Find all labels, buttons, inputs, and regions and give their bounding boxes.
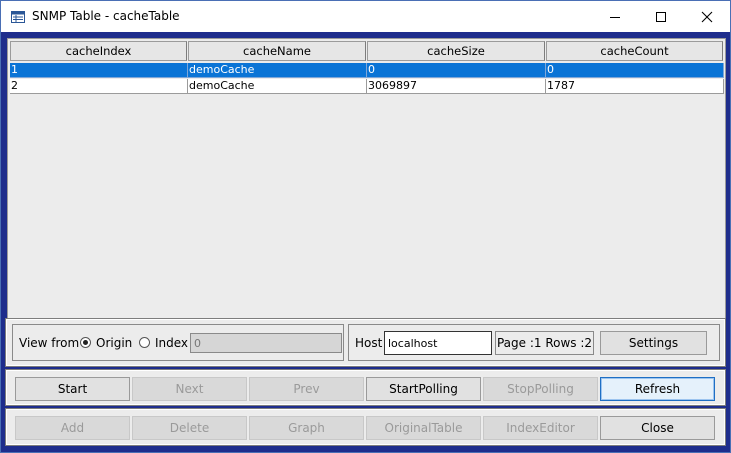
window-title: SNMP Table - cacheTable (32, 9, 180, 23)
navigation-panel: Start Next Prev StartPolling StopPolling… (5, 369, 726, 406)
table-cell[interactable]: demoCache (188, 63, 367, 78)
original-table-button[interactable]: OriginalTable (366, 416, 481, 440)
next-button[interactable]: Next (132, 377, 247, 401)
close-button[interactable]: Close (600, 416, 715, 440)
table-row[interactable]: 1 demoCache 0 0 (10, 63, 724, 78)
table-header: cacheIndex cacheName cacheSize cacheCoun… (10, 41, 724, 61)
table-cell[interactable]: 1787 (546, 79, 724, 94)
start-polling-button[interactable]: StartPolling (366, 377, 481, 401)
close-icon[interactable] (684, 1, 730, 32)
table-window-icon (11, 11, 25, 23)
page-rows-info: Page :1 Rows :2 (495, 331, 594, 355)
table-cell[interactable]: 1 (10, 63, 188, 78)
column-header[interactable]: cacheCount (546, 41, 723, 61)
table-row[interactable]: 2 demoCache 3069897 1787 (10, 79, 724, 94)
host-input[interactable] (384, 331, 492, 355)
index-radio-label[interactable]: Index (155, 336, 188, 350)
snmp-table[interactable]: cacheIndex cacheName cacheSize cacheCoun… (7, 38, 726, 319)
settings-button[interactable]: Settings (600, 331, 707, 355)
stop-polling-button[interactable]: StopPolling (483, 377, 598, 401)
delete-button[interactable]: Delete (132, 416, 247, 440)
minimize-icon[interactable] (592, 1, 638, 32)
index-field[interactable] (190, 333, 342, 353)
column-header[interactable]: cacheIndex (10, 41, 187, 61)
view-host-panel: View from Origin Index Host Page :1 Rows… (5, 318, 726, 367)
host-group: Host Page :1 Rows :2 Settings (348, 324, 720, 361)
graph-button[interactable]: Graph (249, 416, 364, 440)
view-from-label: View from (19, 336, 80, 350)
maximize-icon[interactable] (638, 1, 684, 32)
view-from-group: View from Origin Index (12, 324, 344, 361)
table-cell[interactable]: 0 (546, 63, 724, 78)
refresh-button[interactable]: Refresh (600, 377, 715, 401)
index-editor-button[interactable]: IndexEditor (483, 416, 598, 440)
table-cell[interactable]: 0 (367, 63, 546, 78)
start-button[interactable]: Start (15, 377, 130, 401)
action-panel: Add Delete Graph OriginalTable IndexEdit… (5, 408, 726, 446)
table-cell[interactable]: demoCache (188, 79, 367, 94)
origin-radio[interactable] (80, 337, 91, 348)
snmp-table-window: SNMP Table - cacheTable cacheIndex cache… (0, 0, 731, 453)
host-label: Host (355, 336, 383, 350)
table-cell[interactable]: 2 (10, 79, 188, 94)
content-area: cacheIndex cacheName cacheSize cacheCoun… (1, 32, 730, 452)
column-header[interactable]: cacheName (188, 41, 366, 61)
column-header[interactable]: cacheSize (367, 41, 545, 61)
index-radio[interactable] (139, 337, 150, 348)
table-cell[interactable]: 3069897 (367, 79, 546, 94)
add-button[interactable]: Add (15, 416, 130, 440)
prev-button[interactable]: Prev (249, 377, 364, 401)
title-bar[interactable]: SNMP Table - cacheTable (1, 1, 730, 32)
origin-radio-label[interactable]: Origin (96, 336, 132, 350)
